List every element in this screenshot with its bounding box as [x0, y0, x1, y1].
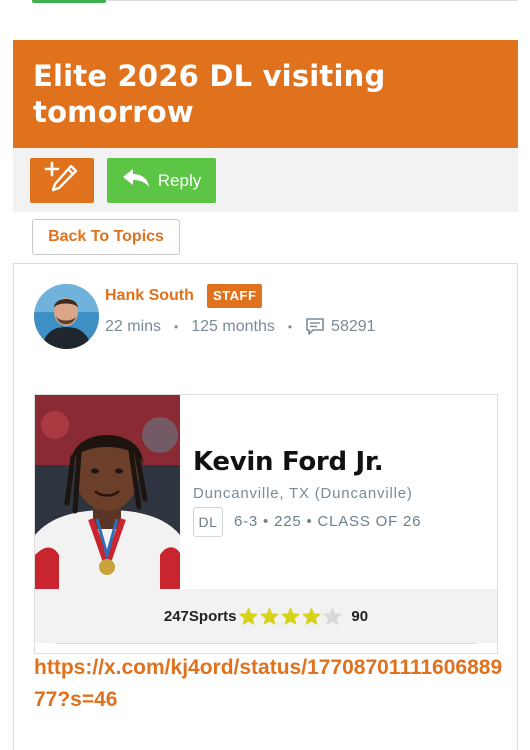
post-time: 22 mins [105, 317, 162, 335]
thread-title-bar: Elite 2026 DL visiting tomorrow [13, 40, 518, 148]
player-photo [35, 395, 180, 589]
pencil-plus-icon [44, 161, 80, 200]
new-post-button[interactable] [30, 158, 94, 203]
star-icon [281, 606, 301, 626]
top-divider [106, 0, 518, 1]
player-position-badge: DL [193, 507, 223, 537]
thread-title: Elite 2026 DL visiting tomorrow [33, 59, 386, 129]
rating-divider [55, 643, 477, 644]
reply-button[interactable]: Reply [107, 158, 216, 203]
author-avatar[interactable] [34, 284, 99, 349]
player-name[interactable]: Kevin Ford Jr. [193, 447, 384, 477]
star-icon [323, 606, 343, 626]
rating-score: 90 [351, 607, 369, 625]
star-icon [239, 606, 259, 626]
post-meta: 22 mins • 125 months • 58291 [105, 317, 376, 336]
thread-action-bar: Reply [13, 148, 518, 212]
reply-arrow-icon [122, 168, 150, 193]
player-hometown: Duncanville, TX (Duncanville) [193, 485, 413, 502]
post-card: Hank South STAFF 22 mins • 125 months • … [13, 263, 518, 750]
active-tab-indicator [32, 0, 106, 3]
top-strip [0, 0, 530, 10]
back-to-topics-button[interactable]: Back To Topics [32, 219, 180, 255]
star-icon [260, 606, 280, 626]
player-card[interactable]: Kevin Ford Jr. Duncanville, TX (Duncanvi… [34, 394, 498, 654]
member-duration: 125 months [191, 317, 275, 335]
reply-button-label: Reply [157, 170, 202, 190]
star-icon [302, 606, 322, 626]
meta-separator: • [174, 319, 179, 334]
player-rating-row: 247Sports 90 [35, 589, 497, 643]
star-rating [238, 606, 343, 626]
player-stats: 6-3 • 225 • CLASS OF 26 [234, 513, 422, 530]
post-link[interactable]: https://x.com/kj4ord/status/177087011116… [34, 652, 504, 716]
meta-separator: • [287, 319, 293, 334]
chat-bubble-icon [305, 317, 325, 336]
author-name[interactable]: Hank South [105, 287, 194, 305]
rating-source: 247Sports [163, 607, 237, 625]
staff-badge: STAFF [207, 284, 263, 308]
author-post-count: 58291 [331, 317, 376, 335]
